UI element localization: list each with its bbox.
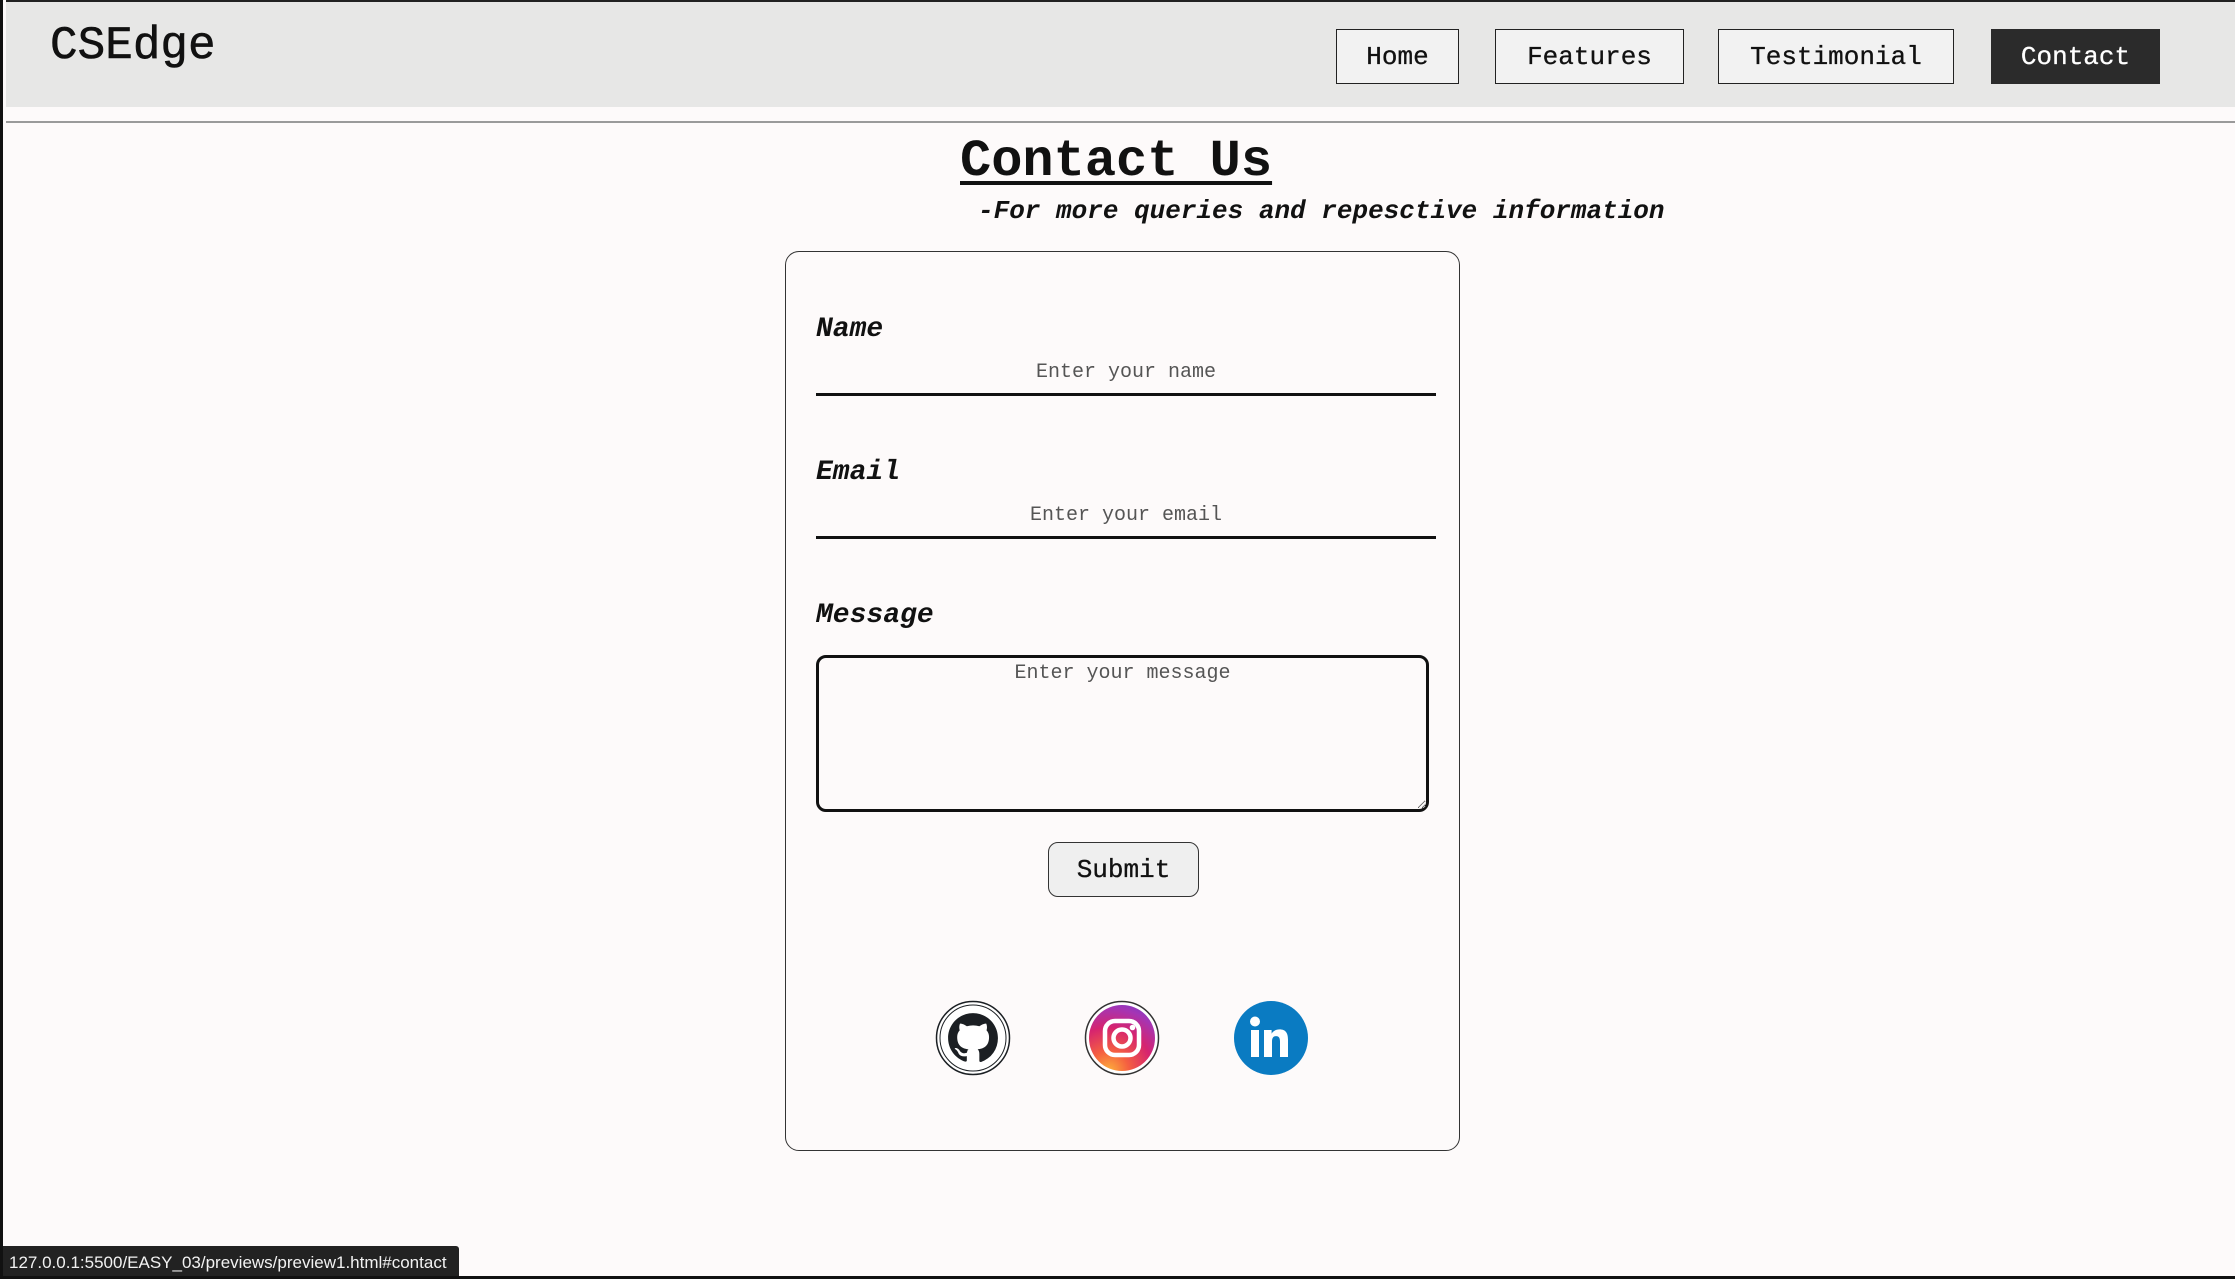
nav-home-button[interactable]: Home [1336, 29, 1459, 84]
header-divider [6, 121, 2235, 123]
nav-testimonial-button[interactable]: Testimonial [1718, 29, 1954, 84]
page-title: Contact Us [960, 132, 1273, 191]
page-subtitle: -For more queries and repesctive informa… [978, 196, 1665, 226]
message-label: Message [816, 600, 934, 631]
email-input[interactable] [816, 495, 1436, 539]
status-bar-url: 127.0.0.1:5500/EASY_03/previews/preview1… [3, 1246, 459, 1279]
name-input[interactable] [816, 352, 1436, 396]
submit-button[interactable]: Submit [1048, 842, 1199, 897]
nav-features-button[interactable]: Features [1495, 29, 1684, 84]
github-icon [935, 1000, 1011, 1076]
instagram-link[interactable] [1084, 1000, 1160, 1076]
message-textarea[interactable] [816, 655, 1429, 812]
linkedin-icon [1233, 1000, 1309, 1076]
navbar: CSEdge Home Features Testimonial Contact [6, 0, 2235, 107]
email-label: Email [816, 457, 901, 488]
instagram-icon [1084, 1000, 1160, 1076]
brand-logo[interactable]: CSEdge [50, 20, 216, 73]
contact-form-card: Name Email Message Submit [785, 251, 1460, 1151]
nav-contact-button[interactable]: Contact [1991, 29, 2160, 84]
github-link[interactable] [935, 1000, 1011, 1076]
linkedin-link[interactable] [1233, 1000, 1309, 1076]
name-label: Name [816, 314, 884, 345]
